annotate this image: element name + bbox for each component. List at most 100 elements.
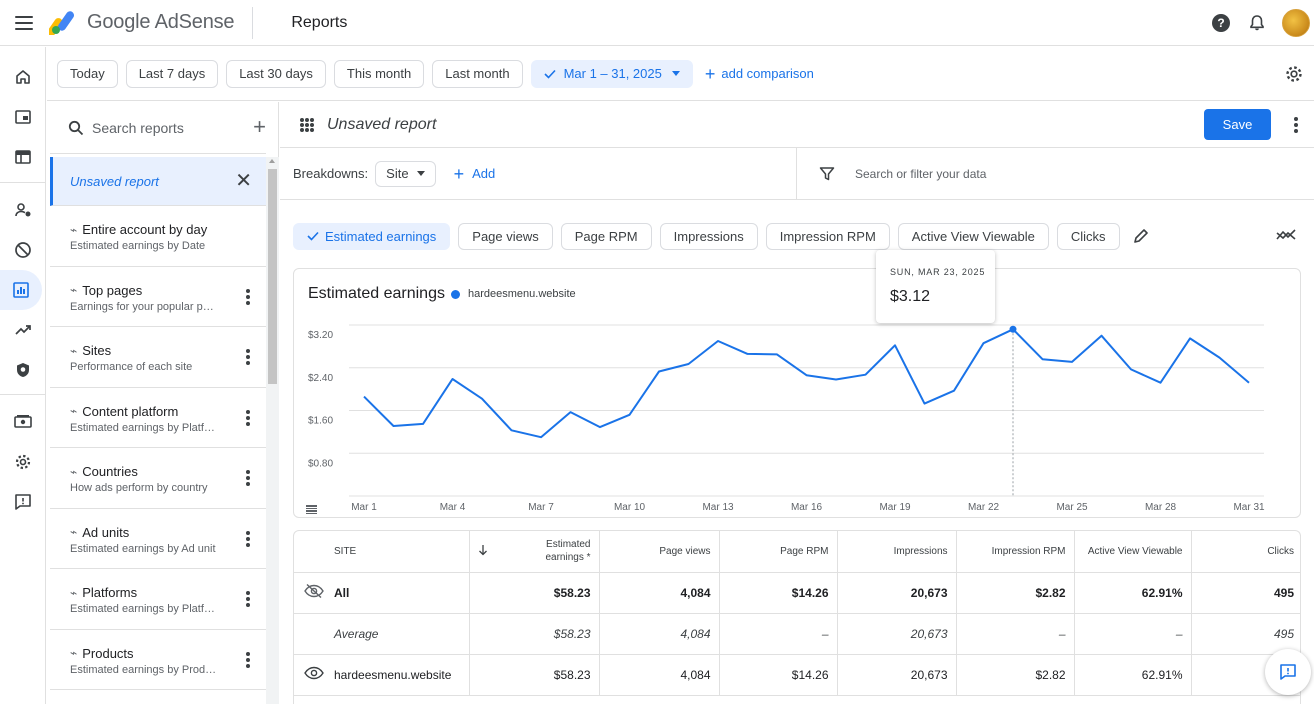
show-row-eye-icon[interactable] — [294, 654, 334, 696]
adsense-logo[interactable]: Google AdSense — [49, 0, 235, 46]
apps-grid-icon[interactable] — [300, 117, 314, 132]
sites-icon[interactable] — [0, 97, 46, 137]
plus-icon: + — [453, 163, 465, 184]
report-list: Unsaved report ✕ ⌁ Entire account by day … — [50, 157, 266, 690]
brand-safety-shield-icon[interactable] — [0, 350, 46, 390]
adsense-logo-icon — [49, 10, 75, 35]
privacy-messaging-icon[interactable] — [0, 190, 46, 230]
report-list-scrollbar[interactable] — [266, 157, 279, 704]
optimization-trend-icon[interactable] — [0, 310, 46, 350]
x-tick-label: Mar 25 — [1056, 502, 1088, 513]
new-report-plus-icon[interactable]: + — [253, 116, 266, 138]
date-preset-last-7-days[interactable]: Last 7 days — [125, 59, 219, 88]
save-button[interactable]: Save — [1204, 109, 1271, 140]
column-impressions[interactable]: Impressions — [837, 531, 957, 573]
logo-text: Google AdSense — [87, 11, 235, 33]
y-tick-label: $2.40 — [308, 373, 333, 384]
feedback-chat-button[interactable] — [1265, 649, 1311, 695]
feedback-icon — [1280, 664, 1296, 680]
reports-icon[interactable] — [0, 270, 42, 310]
x-tick-label: Mar 19 — [879, 502, 911, 513]
metric-chip-estimated-earnings[interactable]: Estimated earnings — [293, 222, 451, 250]
metric-chip-page-views[interactable]: Page views — [458, 222, 553, 250]
report-item-top-pages[interactable]: ⌁ Top pages Earnings for your popular pag… — [50, 267, 266, 327]
close-icon[interactable]: ✕ — [235, 171, 252, 191]
more-options-icon[interactable] — [246, 349, 250, 365]
help-icon[interactable]: ? — [1212, 14, 1230, 32]
notifications-bell-icon[interactable] — [1248, 14, 1266, 32]
more-options-icon[interactable] — [246, 651, 250, 668]
report-item-countries[interactable]: ⌁ Countries How ads perform by country — [50, 448, 266, 509]
metric-chip-active-view-viewable[interactable]: Active View Viewable — [897, 222, 1049, 250]
column-impression-rpm[interactable]: Impression RPM — [956, 531, 1075, 573]
unsaved-report-item[interactable]: Unsaved report ✕ — [50, 157, 266, 206]
main-menu-icon[interactable] — [15, 15, 33, 30]
more-options-icon[interactable] — [246, 470, 250, 486]
account-avatar[interactable] — [1282, 9, 1310, 37]
date-preset-today[interactable]: Today — [57, 59, 118, 88]
check-icon — [307, 231, 319, 241]
column-clicks[interactable]: Clicks — [1191, 531, 1300, 573]
report-header: Unsaved report Save — [280, 102, 1314, 148]
report-item-ad-units[interactable]: ⌁ Ad units Estimated earnings by Ad unit — [50, 509, 266, 569]
report-item-products[interactable]: ⌁ Products Estimated earnings by Product — [50, 630, 266, 690]
metric-chip-impressions[interactable]: Impressions — [659, 222, 758, 250]
blocking-controls-icon[interactable] — [0, 230, 46, 270]
filter-search-input[interactable]: Search or filter your data — [796, 148, 1314, 200]
breakdowns-label: Breakdowns: — [293, 166, 369, 181]
filter-placeholder: Search or filter your data — [855, 167, 987, 181]
date-preset-last-month[interactable]: Last month — [432, 59, 523, 88]
chart-menu-icon[interactable] — [306, 505, 317, 514]
column-active-view-viewable[interactable]: Active View Viewable — [1074, 531, 1192, 573]
header-divider — [252, 6, 254, 39]
settings-gear-icon[interactable] — [0, 442, 46, 482]
table-row: Average $58.23 4,084 – 20,673 – – 495 — [294, 613, 1300, 655]
date-preset-last-30-days[interactable]: Last 30 days — [226, 59, 326, 88]
filter-icon — [819, 167, 835, 181]
navigation-rail — [0, 47, 46, 704]
report-main: Unsaved report Save Breakdowns: Site + A… — [280, 102, 1314, 704]
edit-metrics-pencil-icon[interactable] — [1132, 227, 1150, 245]
selected-date-range: Mar 1 – 31, 2025 — [563, 66, 662, 81]
metric-chip-page-rpm[interactable]: Page RPM — [560, 222, 652, 250]
add-breakdown-button[interactable]: + Add — [454, 165, 496, 183]
report-more-options-icon[interactable] — [1294, 117, 1298, 133]
metric-chip-impression-rpm[interactable]: Impression RPM — [765, 222, 890, 250]
x-tick-label: Mar 7 — [528, 502, 554, 513]
cell-site: All — [334, 572, 470, 614]
column-site[interactable]: SITE — [334, 531, 470, 573]
tooltip-value: $3.12 — [890, 288, 931, 305]
report-item-entire-account[interactable]: ⌁ Entire account by day Estimated earning… — [50, 206, 266, 267]
search-reports[interactable]: Search reports + — [50, 102, 266, 154]
report-settings-gear-icon[interactable] — [1284, 64, 1304, 84]
cell-site: Average — [334, 613, 470, 655]
top-app-bar: Google AdSense Reports ? — [0, 0, 1314, 46]
hide-row-eye-off-icon[interactable] — [294, 572, 334, 614]
more-options-icon[interactable] — [246, 288, 250, 305]
feedback-icon[interactable] — [0, 482, 46, 522]
more-options-icon[interactable] — [246, 530, 250, 547]
date-preset-this-month[interactable]: This month — [333, 59, 425, 88]
home-icon[interactable] — [0, 57, 46, 97]
report-item-content-platform[interactable]: ⌁ Content platform Estimated earnings by … — [50, 388, 266, 448]
earnings-line-chart[interactable]: $0.80 $1.60 $2.40 $3.20 Mar 1 Mar 4 Mar 7 Mar 1… — [294, 269, 1302, 519]
report-item-platforms[interactable]: ⌁ Platforms Estimated earnings by Platfor… — [50, 569, 266, 630]
table-row: hardeesmenu.website $58.23 4,084 $14.26 … — [294, 654, 1300, 696]
sparkline-icon: ⌁ — [70, 404, 78, 418]
ads-icon[interactable] — [0, 137, 46, 177]
custom-date-range-dropdown[interactable]: Mar 1 – 31, 2025 — [530, 59, 693, 88]
cell-site: hardeesmenu.website — [334, 654, 470, 696]
sort-descending-icon[interactable] — [469, 531, 499, 573]
chart-type-toggle-icon[interactable] — [1276, 227, 1296, 243]
breakdown-site-dropdown[interactable]: Site — [375, 160, 436, 187]
payments-icon[interactable] — [0, 402, 46, 442]
column-page-rpm[interactable]: Page RPM — [719, 531, 838, 573]
report-item-sites[interactable]: ⌁ Sites Performance of each site — [50, 327, 266, 388]
more-options-icon[interactable] — [246, 591, 250, 607]
add-comparison-button[interactable]: + add comparison — [705, 65, 814, 83]
column-estimated-earnings[interactable]: Estimated earnings * — [499, 531, 600, 573]
more-options-icon[interactable] — [246, 409, 250, 426]
report-name[interactable]: Unsaved report — [327, 116, 436, 134]
column-page-views[interactable]: Page views — [599, 531, 720, 573]
metric-chip-clicks[interactable]: Clicks — [1056, 222, 1120, 250]
